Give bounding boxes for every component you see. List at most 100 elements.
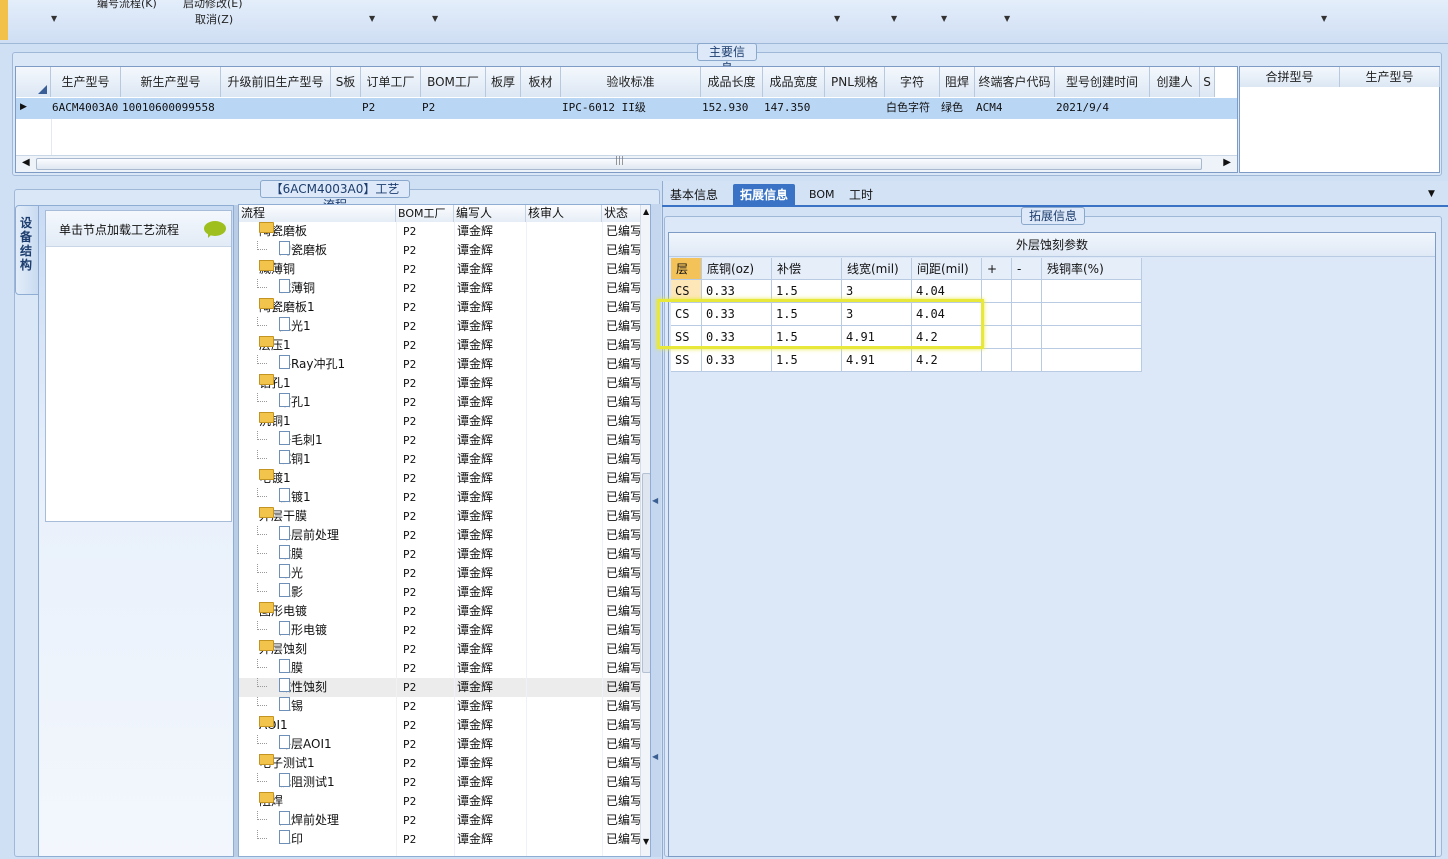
etch-cell[interactable]: SS (671, 349, 702, 372)
tree-row[interactable]: −电子测试1 P2 谭金辉 已编写 (239, 754, 650, 773)
tree-node[interactable]: −图形电镀 (239, 602, 396, 621)
etch-cell[interactable] (982, 303, 1012, 326)
tree-row[interactable]: −图形电镀 P2 谭金辉 已编写 (239, 602, 650, 621)
tree-node[interactable]: 钻孔1 (239, 393, 396, 412)
tree-node[interactable]: −电镀1 (239, 469, 396, 488)
col-header[interactable]: 成品宽度 (763, 67, 825, 97)
dropdown-arrow-icon[interactable]: ▼ (834, 14, 840, 23)
tree-node[interactable]: −阻焊 (239, 792, 396, 811)
side-col-header[interactable]: 合拼型号 (1240, 67, 1340, 87)
etch-cell[interactable]: 0.33 (702, 349, 772, 372)
etch-col-header[interactable]: 线宽(mil) (842, 258, 912, 280)
dropdown-arrow-icon[interactable]: ▼ (432, 14, 438, 23)
scroll-down-icon[interactable]: ▼ (643, 837, 649, 846)
tree-row[interactable]: 曝光 P2 谭金辉 已编写 (239, 564, 650, 583)
tree-node[interactable]: X-Ray冲孔1 (239, 355, 396, 374)
tree-node[interactable]: 外层前处理 (239, 526, 396, 545)
tree-node[interactable]: −陶瓷磨板1 (239, 298, 396, 317)
col-header[interactable]: PNL规格 (825, 67, 885, 97)
etch-cell[interactable] (982, 349, 1012, 372)
load-hint-row[interactable]: 单击节点加载工艺流程 (46, 211, 231, 247)
col-header[interactable]: 阻焊 (940, 67, 975, 97)
tree-row[interactable]: −AOI1 P2 谭金辉 已编写 (239, 716, 650, 735)
col-header[interactable]: S (1200, 67, 1215, 97)
etch-cell[interactable] (1012, 349, 1042, 372)
tree-node[interactable]: 丝印 (239, 830, 396, 849)
col-header[interactable]: 新生产型号 (121, 67, 221, 97)
tree-row[interactable]: 外层AOI1 P2 谭金辉 已编写 (239, 735, 650, 754)
tree-node[interactable]: −层压1 (239, 336, 396, 355)
tree-node[interactable]: −外层干膜 (239, 507, 396, 526)
scroll-thumb[interactable] (642, 473, 650, 673)
etch-col-header[interactable]: 残铜率(%) (1042, 258, 1142, 280)
side-col-header[interactable]: 生产型号 (1340, 67, 1440, 87)
col-header-flow[interactable]: 流程 (239, 205, 396, 222)
tree-node[interactable]: −减薄铜 (239, 260, 396, 279)
tree-row[interactable]: 减薄铜 P2 谭金辉 已编写 (239, 279, 650, 298)
tree-node[interactable]: 沉铜1 (239, 450, 396, 469)
tree-row[interactable]: −电镀1 P2 谭金辉 已编写 (239, 469, 650, 488)
col-header[interactable]: BOM工厂 (421, 67, 486, 97)
tree-node[interactable]: −陶瓷磨板 (239, 222, 396, 241)
tree-node[interactable]: 去毛刺1 (239, 431, 396, 450)
tree-node[interactable]: −电子测试1 (239, 754, 396, 773)
horizontal-scrollbar[interactable]: ◀ ||| ▶ (16, 155, 1237, 172)
etch-cell[interactable] (1012, 280, 1042, 303)
equipment-list[interactable]: 单击节点加载工艺流程 (45, 210, 232, 522)
tree-row[interactable]: −外层干膜 P2 谭金辉 已编写 (239, 507, 650, 526)
col-header[interactable]: 板厚 (486, 67, 521, 97)
etch-cell[interactable] (1042, 326, 1142, 349)
etch-cell[interactable] (1042, 349, 1142, 372)
tree-node[interactable]: 碱性蚀刻 (239, 678, 396, 697)
tree-row[interactable]: −阻焊 P2 谭金辉 已编写 (239, 792, 650, 811)
speech-bubble-icon[interactable] (204, 221, 226, 238)
tree-row[interactable]: −减薄铜 P2 谭金辉 已编写 (239, 260, 650, 279)
col-header[interactable]: 成品长度 (701, 67, 763, 97)
etch-col-header[interactable]: 层 (671, 258, 702, 280)
etch-col-header[interactable]: 间距(mil) (912, 258, 982, 280)
etch-cell[interactable]: 4.2 (912, 349, 982, 372)
tree-node[interactable]: −外层蚀刻 (239, 640, 396, 659)
dropdown-arrow-icon[interactable]: ▼ (891, 14, 897, 23)
tree-row[interactable]: −陶瓷磨板1 P2 谭金辉 已编写 (239, 298, 650, 317)
etch-cell[interactable] (982, 280, 1012, 303)
dropdown-arrow-icon[interactable]: ▼ (1321, 14, 1327, 23)
tree-row[interactable]: 陶瓷磨板 P2 谭金辉 已编写 (239, 241, 650, 260)
etch-cell[interactable] (1012, 303, 1042, 326)
etch-cell[interactable] (1012, 326, 1042, 349)
splitter-arrow-icon[interactable]: ◀ (652, 496, 658, 505)
scroll-thumb[interactable]: ||| (36, 156, 1202, 170)
menu-cancel[interactable]: 取消(Z) (195, 11, 233, 27)
col-header[interactable]: S板 (331, 67, 361, 97)
tree-node[interactable]: 抛光1 (239, 317, 396, 336)
tree-row[interactable]: 去毛刺1 P2 谭金辉 已编写 (239, 431, 650, 450)
tree-node[interactable]: 曝光 (239, 564, 396, 583)
dropdown-arrow-icon[interactable]: ▼ (1004, 14, 1010, 23)
tree-node[interactable]: 板镀1 (239, 488, 396, 507)
col-header[interactable]: 验收标准 (561, 67, 701, 97)
etch-cell[interactable] (1042, 303, 1142, 326)
tree-row[interactable]: X-Ray冲孔1 P2 谭金辉 已编写 (239, 355, 650, 374)
tree-node[interactable]: 图形电镀 (239, 621, 396, 640)
tree-row[interactable]: 抛光1 P2 谭金辉 已编写 (239, 317, 650, 336)
col-header[interactable]: 终端客户代码 (975, 67, 1055, 97)
etch-cell[interactable]: 4.91 (842, 349, 912, 372)
tree-node[interactable]: 陶瓷磨板 (239, 241, 396, 260)
col-header[interactable]: 字符 (885, 67, 940, 97)
tab-dropdown-icon[interactable]: ▼ (1428, 189, 1435, 199)
tree-row[interactable]: 钻孔1 P2 谭金辉 已编写 (239, 393, 650, 412)
tab-equipment-structure[interactable]: 设备结构 (15, 205, 39, 295)
etch-col-header[interactable]: 底铜(oz) (702, 258, 772, 280)
col-header-author[interactable]: 编写人 (454, 205, 526, 222)
menu-number-flow[interactable]: 编号流程(K) (97, 0, 157, 11)
col-header[interactable]: 型号创建时间 (1055, 67, 1150, 97)
tree-row[interactable]: 碱性蚀刻 P2 谭金辉 已编写 (239, 678, 650, 697)
tree-row[interactable]: 图形电镀 P2 谭金辉 已编写 (239, 621, 650, 640)
tree-node[interactable]: −钻孔1 (239, 374, 396, 393)
tree-node[interactable]: 外层AOI1 (239, 735, 396, 754)
scroll-up-icon[interactable]: ▲ (643, 207, 649, 216)
col-header[interactable]: 板材 (521, 67, 561, 97)
col-header[interactable]: 创建人 (1150, 67, 1200, 97)
menu-start-modify[interactable]: 启动修改(E) (183, 0, 243, 11)
etch-cell[interactable]: 1.5 (772, 349, 842, 372)
